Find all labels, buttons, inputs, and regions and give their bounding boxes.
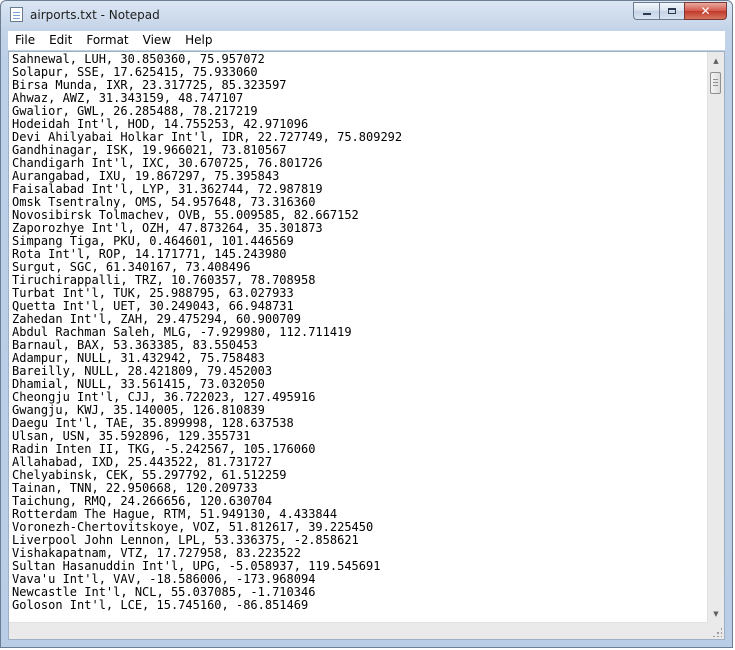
maximize-icon <box>668 8 676 14</box>
resize-grip-icon[interactable] <box>712 627 722 637</box>
menu-file[interactable]: File <box>8 31 42 50</box>
menu-format[interactable]: Format <box>79 31 135 50</box>
horizontal-scrollbar[interactable] <box>9 622 707 639</box>
notepad-window: airports.txt - Notepad ✕ File Edit Forma… <box>0 0 733 648</box>
title-bar[interactable]: airports.txt - Notepad ✕ <box>1 1 732 29</box>
editor-client: Sahnewal, LUH, 30.850360, 75.957072 Solap… <box>8 51 725 640</box>
window-controls: ✕ <box>633 2 727 20</box>
scroll-thumb[interactable] <box>710 72 721 94</box>
window-title: airports.txt - Notepad <box>30 8 160 22</box>
text-editor[interactable]: Sahnewal, LUH, 30.850360, 75.957072 Solap… <box>9 52 707 622</box>
scroll-up-icon[interactable]: ▲ <box>708 52 724 69</box>
minimize-icon <box>642 13 651 15</box>
scroll-down-icon[interactable]: ▼ <box>708 605 724 622</box>
scrollbar-corner <box>707 622 724 639</box>
maximize-button[interactable] <box>659 2 684 20</box>
menu-view[interactable]: View <box>136 31 178 50</box>
text-content[interactable]: Sahnewal, LUH, 30.850360, 75.957072 Solap… <box>9 52 707 612</box>
close-button[interactable]: ✕ <box>684 2 727 20</box>
menu-edit[interactable]: Edit <box>42 31 79 50</box>
notepad-icon[interactable] <box>10 7 23 22</box>
menu-help[interactable]: Help <box>178 31 219 50</box>
vertical-scrollbar[interactable]: ▲ ▼ <box>707 52 724 622</box>
text-line[interactable]: Goloson Int'l, LCE, 15.745160, -86.85146… <box>12 599 707 612</box>
minimize-button[interactable] <box>633 2 659 20</box>
close-icon: ✕ <box>700 4 711 18</box>
menu-bar: File Edit Format View Help <box>8 31 725 50</box>
